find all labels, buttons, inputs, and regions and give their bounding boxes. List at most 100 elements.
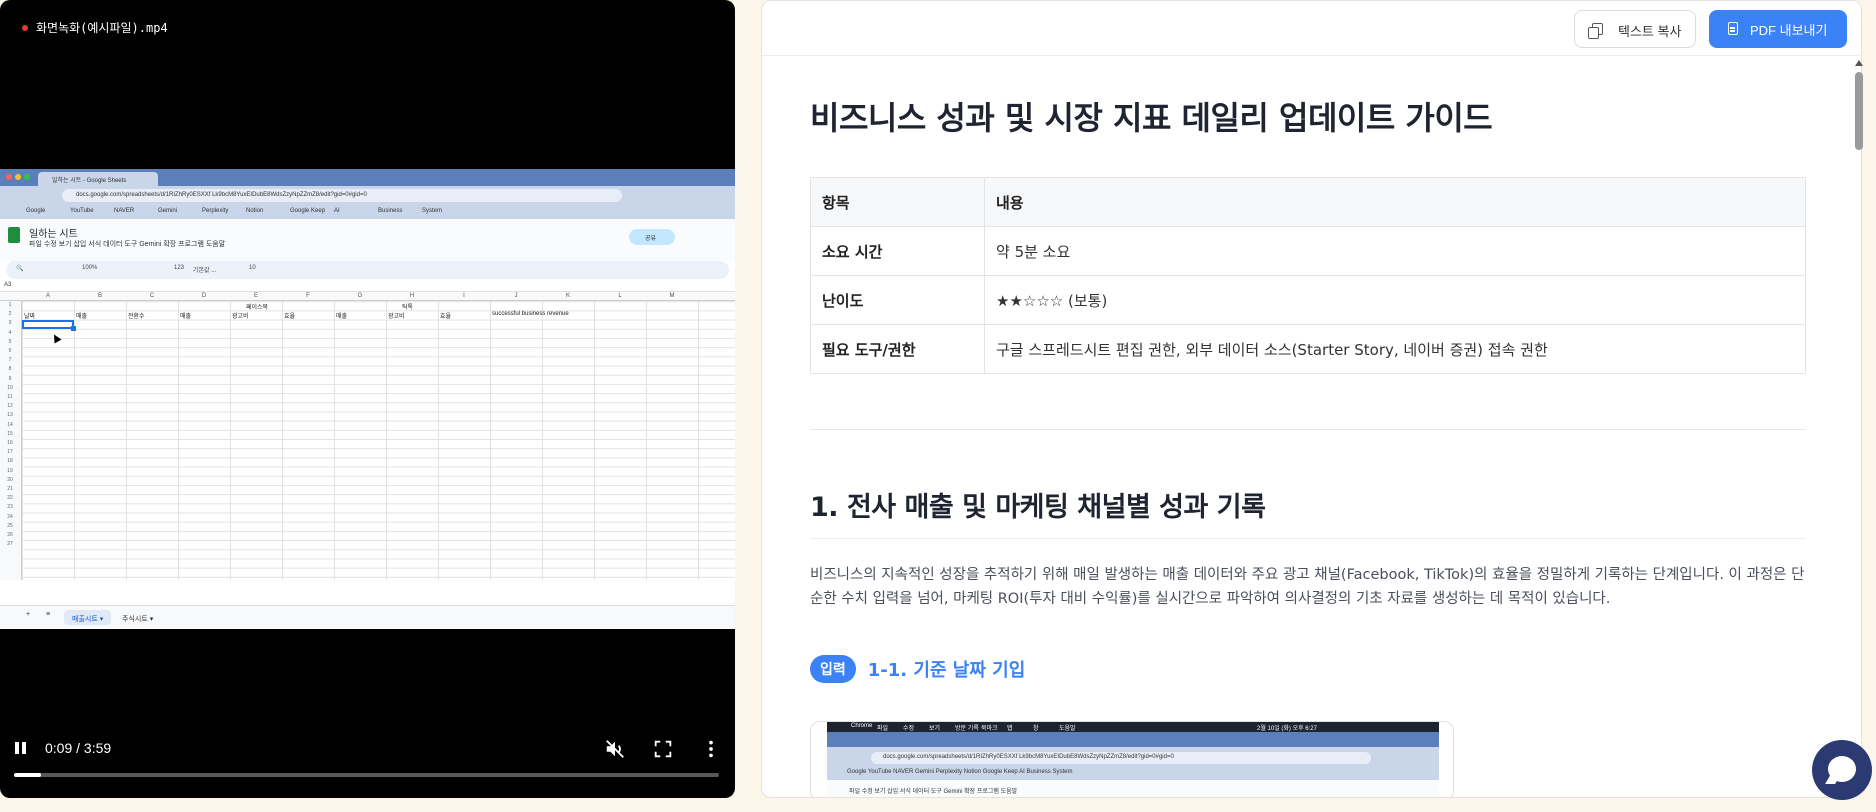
video-progress-fill (14, 773, 41, 777)
recording-dot-icon (22, 24, 28, 31)
table-header-item: 항목 (810, 177, 985, 227)
spreadsheet-grid: ABCDEFGHIJKLM 1 2 3 4 5 6 7 8 9 10 11 12 13 14 15 16 17 1… (0, 292, 735, 580)
bookmark-item: Perplexity (202, 208, 229, 214)
column-header: I (463, 293, 465, 299)
copy-text-button[interactable]: 텍스트 복사 (1574, 10, 1696, 48)
close-dot-icon (6, 174, 12, 180)
screenshot-bookmarks: Google YouTube NAVER Gemini Perplexity N… (847, 769, 1073, 775)
column-header: D (201, 293, 207, 299)
table-row-key: 소요 시간 (810, 226, 985, 276)
bookmark-item: Google (26, 208, 46, 214)
browser-tab: 일하는 시트 - Google Sheets (38, 172, 158, 186)
screenshot-image: 2월 10일 (화) 오후 6:27 Chrome 파일 수정 보기 방문 기록 북마크 탭… (827, 722, 1439, 797)
row-number: 26 (7, 532, 13, 538)
row-number: 4 (8, 329, 12, 336)
row-number: 6 (8, 348, 12, 354)
scroll-up-icon[interactable] (1855, 60, 1863, 66)
step-badge: 입력 (810, 655, 856, 683)
sheet-cell: 전환수 (128, 314, 145, 321)
row-number: 17 (7, 449, 13, 456)
video-time: 0:09 / 3:59 (45, 740, 112, 756)
table-row: 소요 시간 약 5분 소요 (810, 226, 1806, 276)
export-pdf-label: PDF 내보내기 (1750, 23, 1828, 38)
row-number: 24 (7, 513, 13, 520)
row-number: 18 (7, 458, 13, 465)
cell-reference: A3 (4, 282, 12, 288)
scroll-thumb[interactable] (1855, 72, 1863, 150)
step-title: 1-1. 기준 날짜 기입 (867, 660, 1026, 681)
column-header: J (514, 293, 518, 299)
row-number: 16 (7, 440, 13, 446)
row-number: 5 (8, 338, 12, 345)
table-row-value: ★★☆☆☆ (보통) (984, 275, 1806, 325)
video-player[interactable]: 화면녹화(예시파일).mp4 일하는 시트 - Google Sheets do… (0, 0, 735, 798)
row-number: 14 (7, 421, 13, 428)
more-vertical-icon[interactable] (700, 738, 722, 760)
screenshot-menu: 파일 수정 보기 삽입 서식 데이터 도구 Gemini 확장 프로그램 도움말 (827, 780, 1439, 797)
screenshot-tabbar (827, 732, 1439, 747)
sheet-cell: 매출 (180, 314, 192, 321)
step-heading: 입력 1-1. 기준 날짜 기입 (810, 655, 1025, 683)
mac-clock: 2월 10일 (화) 오후 6:27 (1257, 726, 1317, 732)
column-header: M (669, 293, 675, 299)
mac-menu-item: 창 (1033, 726, 1039, 732)
table-row-value: 구글 스프레드시트 편집 권한, 외부 데이터 소스(Starter Story… (984, 324, 1806, 374)
pause-icon[interactable] (12, 739, 30, 757)
all-sheets-icon: ≡ (46, 611, 51, 618)
row-number: 8 (8, 366, 12, 373)
document-panel: 텍스트 복사 PDF 내보내기 비즈니스 성과 및 시장 지표 데일리 업데이트… (761, 0, 1862, 798)
mac-menu-item: 수정 (903, 726, 915, 732)
sheet-cell: 날짜 (24, 314, 36, 321)
column-header: F (306, 293, 310, 299)
sheet-tab: 주식시트 ▾ (122, 616, 154, 623)
section-divider (810, 429, 1806, 430)
column-header: K (565, 293, 570, 299)
table-row-key: 필요 도구/권한 (810, 324, 985, 374)
sheet-cell: 매출 (336, 314, 348, 321)
mac-menu-item: 방문 기록 (955, 726, 979, 732)
row-number: 25 (7, 522, 13, 529)
zoom-level: 100% (82, 265, 98, 271)
sheets-doc-title: 일하는 시트 (29, 229, 78, 240)
sheet-cell: successful business revenue (492, 311, 569, 318)
row-number: 22 (7, 495, 13, 502)
bookmark-item: Business (378, 208, 403, 214)
video-progress-bar[interactable] (14, 773, 719, 777)
section-title: 1. 전사 매출 및 마케팅 채널별 성과 기록 (810, 492, 1266, 523)
export-pdf-button[interactable]: PDF 내보내기 (1709, 10, 1847, 48)
row-number: 2 (8, 311, 12, 318)
row-headers: 1 2 3 4 5 6 7 8 9 10 11 12 13 14 15 16 17 18 19 20 21 22 23 24 2… (0, 301, 22, 580)
bookmark-item: Notion (246, 208, 264, 214)
number-format: 123 (174, 265, 185, 271)
row-number: 10 (7, 384, 13, 391)
muted-speaker-icon[interactable] (604, 738, 626, 760)
column-header: H (409, 293, 415, 299)
row-number: 21 (7, 486, 13, 492)
search-icon: 🔍 (16, 266, 24, 272)
mac-menu-item: Chrome (851, 723, 873, 729)
row-number: 20 (7, 476, 13, 483)
row-number: 27 (7, 541, 13, 548)
table-header-content: 내용 (984, 177, 1806, 227)
mac-menu-item: 북마크 (981, 726, 998, 732)
column-header: E (253, 293, 258, 299)
table-row-value: 약 5분 소요 (984, 226, 1806, 276)
zoom-dot-icon (24, 174, 30, 180)
sheets-header: 일하는 시트 파일 수정 보기 삽입 서식 데이터 도구 Gemini 확장 프… (0, 219, 735, 261)
row-number: 11 (7, 394, 13, 400)
bookmarks-bar: Google YouTube NAVER Gemini Perplexity Notion… (0, 205, 735, 219)
selected-cell (22, 320, 76, 331)
document-toolbar: 텍스트 복사 PDF 내보내기 (762, 1, 1861, 56)
fullscreen-icon[interactable] (652, 738, 674, 760)
minimize-dot-icon (15, 174, 21, 180)
bookmark-item: System (422, 208, 443, 214)
chat-button[interactable] (1812, 740, 1872, 800)
chat-bubble-icon (1828, 756, 1856, 782)
row-number: 9 (8, 375, 12, 382)
document-scrollbar[interactable] (1854, 60, 1864, 798)
row-number: 3 (8, 320, 12, 327)
row-number: 19 (7, 467, 13, 474)
sheet-cell: 효율 (440, 314, 452, 321)
mac-menu-item: 보기 (929, 726, 941, 732)
sheet-tab: 매출시트 ▾ (64, 610, 112, 625)
